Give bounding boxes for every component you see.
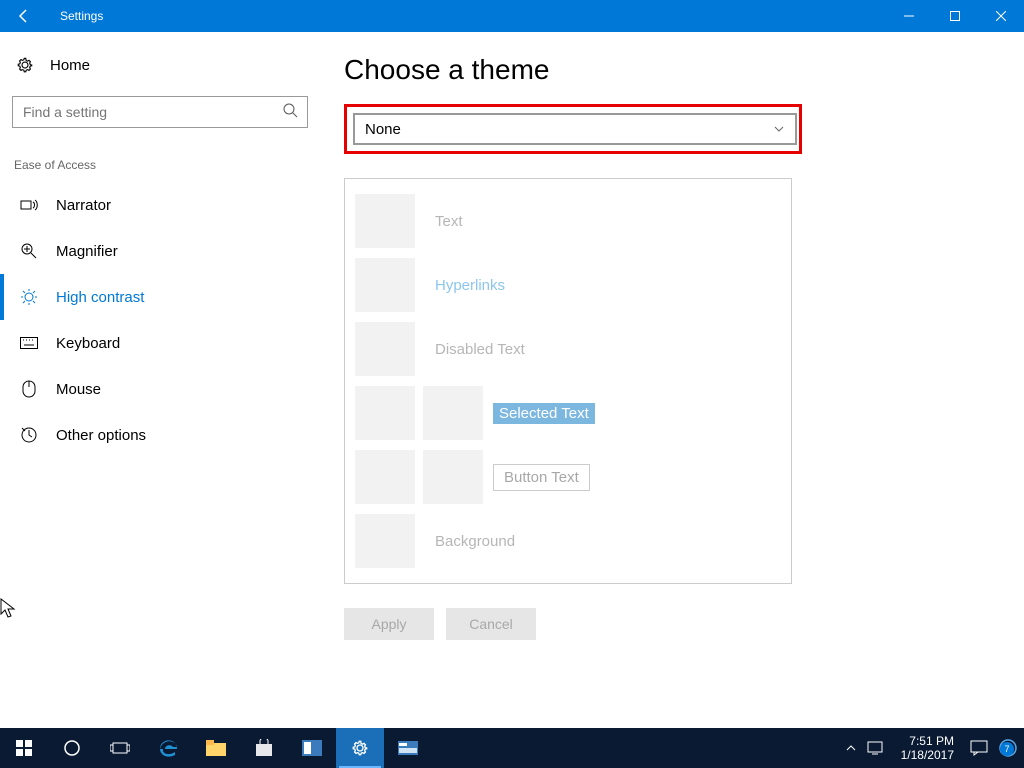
start-button[interactable] [0,728,48,768]
preview-button-label: Button Text [493,464,590,491]
sidebar-item-label: Mouse [56,381,101,398]
taskbar-store[interactable] [240,728,288,768]
theme-dropdown-highlight: None [344,104,802,154]
sidebar-item-label: Other options [56,427,146,444]
swatch-disabled[interactable] [355,322,415,376]
window-title: Settings [48,9,886,23]
maximize-button[interactable] [932,0,978,32]
narrator-icon [20,196,38,214]
theme-dropdown[interactable]: None [353,113,797,145]
home-link[interactable]: Home [10,46,310,88]
taskbar-settings[interactable] [336,728,384,768]
sidebar-item-label: High contrast [56,289,144,306]
swatch-background[interactable] [355,514,415,568]
taskbar: 7:51 PM 1/18/2017 7 [0,728,1024,768]
clock-date: 1/18/2017 [901,748,954,762]
swatch-selected-bg[interactable] [423,386,483,440]
sidebar: Home Ease of Access Narrator Magnifier H… [0,32,320,728]
gear-icon [16,56,34,74]
sidebar-item-narrator[interactable]: Narrator [0,182,320,228]
sidebar-item-keyboard[interactable]: Keyboard [0,320,320,366]
titlebar: Settings [0,0,1024,32]
preview-background-label: Background [425,533,515,550]
tray-action-center-icon[interactable] [970,740,988,756]
other-options-icon [20,426,38,444]
keyboard-icon [20,337,38,349]
swatch-selected-fg[interactable] [355,386,415,440]
taskbar-app2[interactable] [384,728,432,768]
search-input[interactable] [12,96,308,128]
swatch-button-bg[interactable] [423,450,483,504]
swatch-button-fg[interactable] [355,450,415,504]
sidebar-item-high-contrast[interactable]: High contrast [0,274,320,320]
preview-disabled-label: Disabled Text [425,341,525,358]
taskbar-app1[interactable] [288,728,336,768]
dropdown-value: None [365,121,401,138]
swatch-text[interactable] [355,194,415,248]
tray-chevron-up-icon[interactable] [845,742,857,754]
preview-text-label: Text [425,213,463,230]
task-view-button[interactable] [96,728,144,768]
taskbar-file-explorer[interactable] [192,728,240,768]
category-label: Ease of Access [10,128,310,182]
tray-badge-count: 7 [1000,742,1014,756]
clock-time: 7:51 PM [901,734,954,748]
taskbar-edge[interactable] [144,728,192,768]
apply-button[interactable]: Apply [344,608,434,640]
sidebar-item-label: Keyboard [56,335,120,352]
cancel-button[interactable]: Cancel [446,608,536,640]
back-button[interactable] [0,0,48,32]
taskbar-clock[interactable]: 7:51 PM 1/18/2017 [895,734,960,763]
page-title: Choose a theme [344,54,1000,86]
magnifier-icon [20,242,38,260]
cortana-button[interactable] [48,728,96,768]
tray-badge[interactable]: 7 [998,738,1018,758]
sidebar-item-label: Magnifier [56,243,118,260]
swatch-hyperlinks[interactable] [355,258,415,312]
home-label: Home [50,57,90,74]
preview-hyperlinks-label: Hyperlinks [425,277,505,294]
close-button[interactable] [978,0,1024,32]
sidebar-item-magnifier[interactable]: Magnifier [0,228,320,274]
minimize-button[interactable] [886,0,932,32]
chevron-down-icon [773,123,785,135]
preview-selected-label: Selected Text [493,403,595,424]
sidebar-item-other-options[interactable]: Other options [0,412,320,458]
mouse-icon [20,380,38,398]
content: Choose a theme None Text Hyperlinks Disa… [320,32,1024,728]
sidebar-item-mouse[interactable]: Mouse [0,366,320,412]
sidebar-item-label: Narrator [56,197,111,214]
high-contrast-icon [20,288,38,306]
tray-network-icon[interactable] [867,741,885,755]
theme-preview: Text Hyperlinks Disabled Text Selected T… [344,178,792,584]
search-icon [282,102,300,120]
